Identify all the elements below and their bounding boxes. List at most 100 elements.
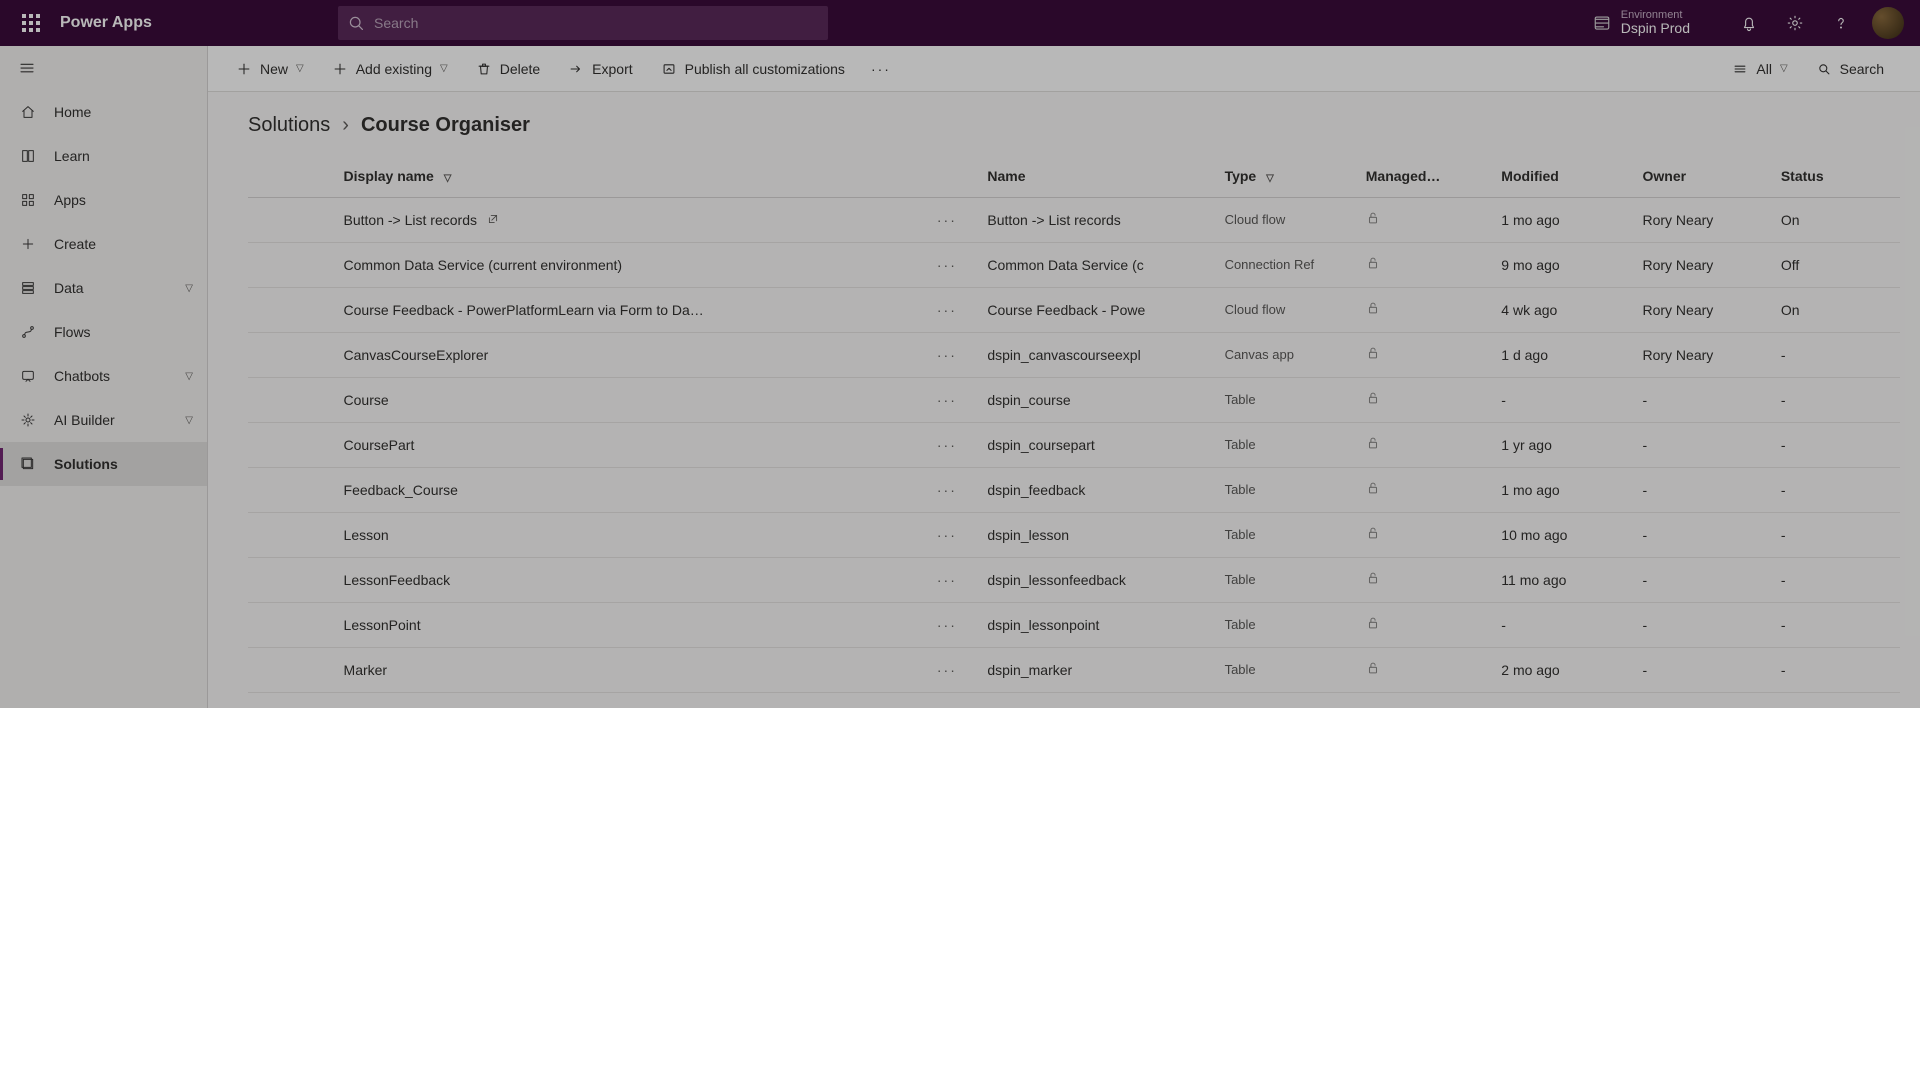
more-commands-button[interactable]: ··· (865, 55, 897, 83)
row-select-cell[interactable] (248, 197, 336, 242)
command-search-button[interactable]: Search (1808, 55, 1892, 83)
row-select-cell[interactable] (248, 467, 336, 512)
row-more-button[interactable]: ··· (914, 287, 979, 332)
delete-button[interactable]: Delete (468, 55, 548, 83)
notifications-button[interactable] (1726, 0, 1772, 46)
column-status[interactable]: Status (1773, 155, 1900, 197)
row-select-cell[interactable] (248, 647, 336, 692)
sidebar-item-chatbots[interactable]: Chatbots▽ (0, 354, 207, 398)
row-display-name[interactable]: Lesson (336, 512, 915, 557)
row-display-name[interactable]: Button -> List records (336, 197, 915, 242)
table-row[interactable]: Button -> List records···Button -> List … (248, 197, 1900, 242)
table-row[interactable]: Course Feedback - PowerPlatformLearn via… (248, 287, 1900, 332)
row-managed (1358, 467, 1494, 512)
row-modified: 4 wk ago (1493, 287, 1634, 332)
row-display-name[interactable]: Course Feedback - PowerPlatformLearn via… (336, 287, 915, 332)
column-type[interactable]: Type ▽ (1217, 155, 1358, 197)
sidebar-item-home[interactable]: Home (0, 90, 207, 134)
global-search[interactable] (338, 6, 828, 40)
row-more-button[interactable]: ··· (914, 512, 979, 557)
row-display-name[interactable]: Course (336, 377, 915, 422)
row-type: Connection Ref (1217, 242, 1358, 287)
sidebar-item-label: Data (54, 280, 84, 296)
global-search-input[interactable] (374, 15, 818, 31)
table-row[interactable]: CoursePart···dspin_coursepartTable1 yr a… (248, 422, 1900, 467)
breadcrumb-current: Course Organiser (361, 114, 530, 137)
row-select-cell[interactable] (248, 242, 336, 287)
row-select-cell[interactable] (248, 557, 336, 602)
gear-icon (1786, 14, 1804, 32)
table-row[interactable]: LessonFeedback···dspin_lessonfeedbackTab… (248, 557, 1900, 602)
row-more-button[interactable]: ··· (914, 647, 979, 692)
export-button[interactable]: Export (560, 55, 640, 83)
open-in-new-icon[interactable] (487, 214, 499, 228)
row-select-cell[interactable] (248, 422, 336, 467)
row-more-button[interactable]: ··· (914, 332, 979, 377)
publish-button[interactable]: Publish all customizations (653, 55, 853, 83)
row-display-name[interactable]: CanvasCourseExplorer (336, 332, 915, 377)
breadcrumb-root[interactable]: Solutions (248, 114, 330, 137)
user-avatar[interactable] (1872, 7, 1904, 39)
row-display-name[interactable]: LessonFeedback (336, 557, 915, 602)
table-row[interactable]: Marker···dspin_markerTable2 mo ago-- (248, 647, 1900, 692)
add-existing-button[interactable]: Add existing ▽ (324, 55, 456, 83)
row-managed (1358, 242, 1494, 287)
row-type: Canvas app (1217, 332, 1358, 377)
app-launcher-waffle[interactable] (8, 0, 54, 46)
table-row[interactable]: Lesson···dspin_lessonTable10 mo ago-- (248, 512, 1900, 557)
column-name[interactable]: Name (979, 155, 1216, 197)
column-select[interactable] (248, 155, 336, 197)
settings-button[interactable] (1772, 0, 1818, 46)
row-select-cell[interactable] (248, 512, 336, 557)
row-more-button[interactable]: ··· (914, 242, 979, 287)
sidebar-item-create[interactable]: Create (0, 222, 207, 266)
row-more-button[interactable]: ··· (914, 197, 979, 242)
nav-collapse-button[interactable] (0, 46, 207, 90)
table-row[interactable]: LessonPoint···dspin_lessonpointTable--- (248, 602, 1900, 647)
row-display-name-text: Button -> List records (344, 212, 477, 228)
column-managed[interactable]: Managed… (1358, 155, 1494, 197)
view-filter-button[interactable]: All ▽ (1724, 55, 1795, 83)
table-row[interactable]: CanvasCourseExplorer···dspin_canvascours… (248, 332, 1900, 377)
row-select-cell[interactable] (248, 602, 336, 647)
waffle-icon (22, 14, 40, 32)
row-select-cell[interactable] (248, 287, 336, 332)
row-display-name[interactable]: Common Data Service (current environment… (336, 242, 915, 287)
sidebar-item-apps[interactable]: Apps (0, 178, 207, 222)
chevron-down-icon: ▽ (1266, 173, 1274, 184)
table-row[interactable]: Common Data Service (current environment… (248, 242, 1900, 287)
help-button[interactable] (1818, 0, 1864, 46)
table-row[interactable]: Course···dspin_courseTable--- (248, 377, 1900, 422)
environment-picker[interactable]: Environment Dspin Prod (1593, 9, 1690, 36)
row-select-cell[interactable] (248, 332, 336, 377)
row-display-name[interactable]: CoursePart (336, 422, 915, 467)
sidebar-item-flows[interactable]: Flows (0, 310, 207, 354)
sidebar-item-learn[interactable]: Learn (0, 134, 207, 178)
new-button[interactable]: New ▽ (228, 55, 312, 83)
column-display-name[interactable]: Display name ▽ (336, 155, 915, 197)
app-name: Power Apps (60, 14, 152, 32)
ai-icon (18, 410, 38, 430)
table-row[interactable]: Feedback_Course···dspin_feedbackTable1 m… (248, 467, 1900, 512)
row-more-button[interactable]: ··· (914, 602, 979, 647)
row-display-name[interactable]: LessonPoint (336, 602, 915, 647)
row-more-button[interactable]: ··· (914, 467, 979, 512)
row-status: - (1773, 377, 1900, 422)
row-more-button[interactable]: ··· (914, 557, 979, 602)
sidebar-item-data[interactable]: Data▽ (0, 266, 207, 310)
row-type: Table (1217, 602, 1358, 647)
row-more-button[interactable]: ··· (914, 377, 979, 422)
row-display-name-text: LessonFeedback (344, 572, 451, 588)
row-more-button[interactable]: ··· (914, 422, 979, 467)
row-status: - (1773, 602, 1900, 647)
row-display-name[interactable]: Marker (336, 647, 915, 692)
column-modified[interactable]: Modified (1493, 155, 1634, 197)
row-display-name-text: Marker (344, 662, 388, 678)
column-owner[interactable]: Owner (1634, 155, 1772, 197)
hamburger-icon (18, 59, 36, 77)
chevron-down-icon: ▽ (1780, 63, 1788, 74)
row-display-name[interactable]: Feedback_Course (336, 467, 915, 512)
sidebar-item-solutions[interactable]: Solutions (0, 442, 207, 486)
row-select-cell[interactable] (248, 377, 336, 422)
sidebar-item-ai-builder[interactable]: AI Builder▽ (0, 398, 207, 442)
